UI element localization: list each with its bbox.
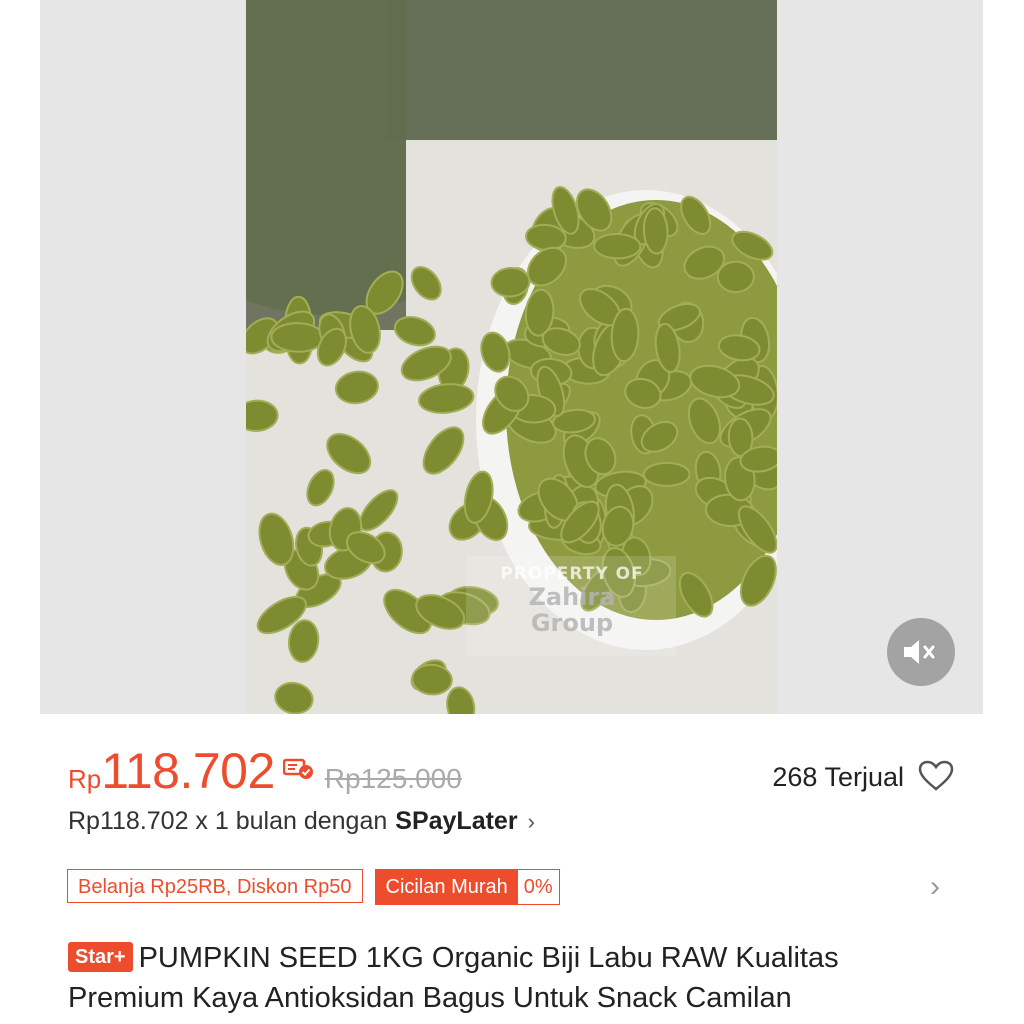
heart-icon (918, 760, 954, 791)
star-plus-badge: Star+ (68, 942, 133, 972)
mute-button[interactable] (887, 618, 955, 686)
seed (716, 260, 755, 294)
price-value: 118.702 (101, 743, 275, 799)
product-title: PUMPKIN SEED 1KG Organic Biji Labu RAW K… (68, 942, 839, 1014)
promo-row: Belanja Rp25RB, Diskon Rp50 Cicilan Mura… (67, 869, 560, 905)
voucher-check-icon (282, 755, 315, 786)
discount-tag[interactable]: Belanja Rp25RB, Diskon Rp50 (67, 869, 363, 903)
favorite-button[interactable] (918, 760, 954, 797)
installment-tag[interactable]: Cicilan Murah 0% (374, 869, 560, 905)
product-title-block: Star+ PUMPKIN SEED 1KG Organic Biji Labu … (68, 938, 948, 1018)
installment-label: Cicilan Murah (375, 870, 518, 904)
watermark-brand-line1: Zahira (528, 583, 616, 611)
price-currency: Rp (68, 764, 102, 794)
product-media[interactable]: PROPERTY OF Zahira Group (40, 0, 983, 714)
original-price: Rp125.000 (324, 763, 462, 794)
chevron-right-icon: › (527, 808, 535, 834)
watermark-brand-line2: Group (530, 609, 614, 637)
paylater-text: Rp118.702 x 1 bulan dengan (68, 807, 388, 835)
seed (270, 322, 325, 353)
seed (642, 461, 691, 487)
installment-rate: 0% (523, 876, 553, 898)
watermark: PROPERTY OF Zahira Group (468, 558, 676, 654)
chevron-right-icon[interactable]: › (930, 870, 940, 904)
seed (593, 232, 642, 260)
paylater-row[interactable]: Rp118.702 x 1 bulan dengan SPayLater › (68, 807, 535, 836)
sold-count: 268 Terjual (772, 762, 904, 792)
speaker-muted-icon (904, 640, 935, 664)
product-photo: PROPERTY OF Zahira Group (246, 0, 777, 714)
paylater-brand: SPayLater (395, 807, 518, 835)
price-row: Rp 118.702 Rp125.000 (68, 742, 462, 799)
watermark-top: PROPERTY OF (500, 564, 644, 584)
